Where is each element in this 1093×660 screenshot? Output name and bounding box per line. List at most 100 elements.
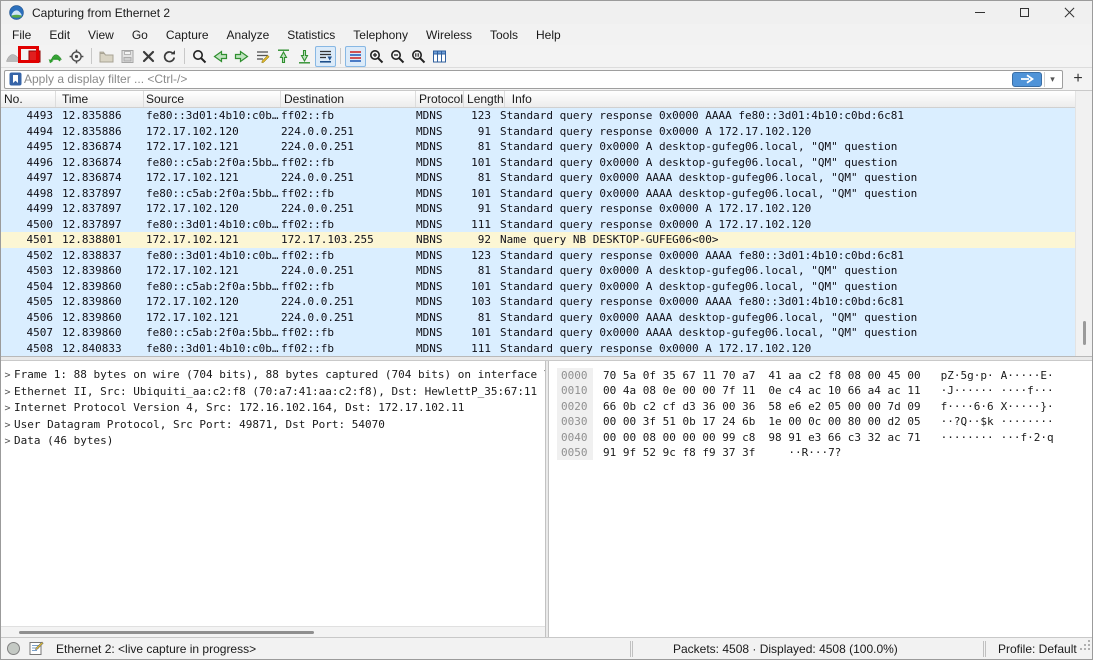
- menu-item[interactable]: Statistics: [278, 26, 344, 44]
- expander-chevron-icon[interactable]: >: [1, 367, 14, 384]
- resize-columns-button[interactable]: [429, 46, 450, 67]
- hex-row[interactable]: 003000 00 3f 51 0b 17 24 6b1e 00 0c 00 8…: [557, 414, 1092, 429]
- column-header-time[interactable]: Time: [56, 91, 144, 107]
- grip-dots-icon: [1078, 638, 1092, 652]
- filter-bookmark-button[interactable]: [7, 72, 24, 87]
- minimize-button[interactable]: [957, 1, 1002, 24]
- packet-row[interactable]: 4494 12.835886 172.17.102.120 224.0.0.25…: [1, 124, 1077, 140]
- next-packet-button[interactable]: [231, 46, 252, 67]
- column-header-info[interactable]: Info: [505, 91, 1092, 107]
- menu-item[interactable]: Telephony: [344, 26, 417, 44]
- hex-row[interactable]: 000070 5a 0f 35 67 11 70 a741 aa c2 f8 0…: [557, 368, 1092, 383]
- save-file-button[interactable]: [117, 46, 138, 67]
- expander-chevron-icon[interactable]: >: [1, 400, 14, 417]
- start-capture-button[interactable]: [3, 46, 24, 67]
- menu-item[interactable]: Edit: [40, 26, 79, 44]
- packet-row[interactable]: 4504 12.839860 fe80::c5ab:2f0a:5bb… ff02…: [1, 279, 1077, 295]
- packet-row[interactable]: 4506 12.839860 172.17.102.121 224.0.0.25…: [1, 310, 1077, 326]
- add-filter-button[interactable]: +: [1067, 70, 1089, 89]
- reload-file-button[interactable]: [159, 46, 180, 67]
- menu-item[interactable]: Capture: [157, 26, 218, 44]
- menu-item[interactable]: View: [79, 26, 123, 44]
- close-file-button[interactable]: [138, 46, 159, 67]
- zoom-out-icon: [389, 48, 406, 65]
- capture-options-button[interactable]: [66, 46, 87, 67]
- close-button[interactable]: [1047, 1, 1092, 24]
- hex-row[interactable]: 001000 4a 08 0e 00 00 7f 110e c4 ac 10 6…: [557, 383, 1092, 398]
- packet-row[interactable]: 4500 12.837897 fe80::3d01:4b10:c0b… ff02…: [1, 217, 1077, 233]
- packet-row[interactable]: 4503 12.839860 172.17.102.121 224.0.0.25…: [1, 263, 1077, 279]
- expander-chevron-icon[interactable]: >: [1, 384, 14, 401]
- menu-item[interactable]: Wireless: [417, 26, 481, 44]
- expert-info-dot-icon[interactable]: [7, 642, 20, 655]
- menu-item[interactable]: Analyze: [218, 26, 279, 44]
- restart-fin-icon: [47, 48, 64, 65]
- window-title: Capturing from Ethernet 2: [32, 6, 170, 20]
- scrollbar-thumb[interactable]: [19, 631, 314, 634]
- detail-tree-node[interactable]: > Ethernet II, Src: Ubiquiti_aa:c2:f8 (7…: [1, 384, 545, 401]
- packet-list-scrollbar[interactable]: [1075, 91, 1092, 356]
- detail-tree-node[interactable]: > Internet Protocol Version 4, Src: 172.…: [1, 400, 545, 417]
- hex-row[interactable]: 004000 00 08 00 00 00 99 c898 91 e3 66 c…: [557, 430, 1092, 445]
- arrow-up-icon: [275, 48, 292, 65]
- packet-row[interactable]: 4498 12.837897 fe80::c5ab:2f0a:5bb… ff02…: [1, 186, 1077, 202]
- packet-row[interactable]: 4507 12.839860 fe80::c5ab:2f0a:5bb… ff02…: [1, 325, 1077, 341]
- zoom-in-button[interactable]: [366, 46, 387, 67]
- apply-filter-button[interactable]: [1012, 72, 1042, 87]
- detail-tree-node[interactable]: > User Datagram Protocol, Src Port: 4987…: [1, 417, 545, 434]
- zoom-reset-button[interactable]: [408, 46, 429, 67]
- auto-scroll-icon: [317, 48, 334, 65]
- stop-capture-button[interactable]: [24, 46, 45, 67]
- column-header-source[interactable]: Source: [144, 91, 281, 107]
- packet-row[interactable]: 4502 12.838837 fe80::3d01:4b10:c0b… ff02…: [1, 248, 1077, 264]
- previous-packet-button[interactable]: [210, 46, 231, 67]
- details-horizontal-scrollbar[interactable]: [1, 626, 545, 637]
- menu-item[interactable]: Tools: [481, 26, 527, 44]
- colorize-toggle[interactable]: [345, 46, 366, 67]
- zoom-out-button[interactable]: [387, 46, 408, 67]
- column-header-protocol[interactable]: Protocol: [416, 91, 464, 107]
- menu-item[interactable]: Go: [123, 26, 157, 44]
- packet-row[interactable]: 4497 12.836874 172.17.102.121 224.0.0.25…: [1, 170, 1077, 186]
- restart-capture-button[interactable]: [45, 46, 66, 67]
- folder-icon: [98, 48, 115, 65]
- menu-item[interactable]: File: [3, 26, 40, 44]
- last-packet-button[interactable]: [294, 46, 315, 67]
- detail-tree-node[interactable]: > Frame 1: 88 bytes on wire (704 bits), …: [1, 367, 545, 384]
- detail-tree-node[interactable]: > Data (46 bytes): [1, 433, 545, 450]
- packet-row[interactable]: 4501 12.838801 172.17.102.121 172.17.103…: [1, 232, 1077, 248]
- column-header-length[interactable]: Length: [464, 91, 505, 107]
- save-icon: [119, 48, 136, 65]
- shark-fin-gray-icon: [5, 48, 22, 65]
- filter-dropdown-button[interactable]: ▾: [1044, 72, 1060, 87]
- packet-row[interactable]: 4499 12.837897 172.17.102.120 224.0.0.25…: [1, 201, 1077, 217]
- hex-row[interactable]: 005091 9f 52 9c f8 f9 37 3f··R···7?: [557, 445, 1092, 460]
- packet-row[interactable]: 4496 12.836874 fe80::c5ab:2f0a:5bb… ff02…: [1, 155, 1077, 171]
- find-packet-button[interactable]: [189, 46, 210, 67]
- go-to-packet-button[interactable]: [252, 46, 273, 67]
- capture-comment-icon[interactable]: [29, 641, 44, 656]
- resize-grip[interactable]: [1078, 638, 1092, 659]
- packet-row[interactable]: 4495 12.836874 172.17.102.121 224.0.0.25…: [1, 139, 1077, 155]
- open-file-button[interactable]: [96, 46, 117, 67]
- expander-chevron-icon[interactable]: >: [1, 417, 14, 434]
- packet-row[interactable]: 4508 12.840833 fe80::3d01:4b10:c0b… ff02…: [1, 341, 1077, 357]
- hex-row[interactable]: 002066 0b c2 cf d3 36 00 3658 e6 e2 05 0…: [557, 399, 1092, 414]
- first-packet-button[interactable]: [273, 46, 294, 67]
- stop-square-icon: [26, 48, 43, 65]
- expander-chevron-icon[interactable]: >: [1, 433, 14, 450]
- colorize-icon: [347, 48, 364, 65]
- scrollbar-thumb[interactable]: [1083, 321, 1086, 345]
- column-header-destination[interactable]: Destination: [281, 91, 416, 107]
- packet-row[interactable]: 4493 12.835886 fe80::3d01:4b10:c0b… ff02…: [1, 108, 1077, 124]
- menu-item[interactable]: Help: [527, 26, 570, 44]
- display-filter-input[interactable]: [24, 72, 1012, 87]
- auto-scroll-toggle[interactable]: [315, 46, 336, 67]
- packet-row[interactable]: 4505 12.839860 172.17.102.120 224.0.0.25…: [1, 294, 1077, 310]
- zoom-reset-icon: [410, 48, 427, 65]
- column-header-no[interactable]: No.: [1, 91, 56, 107]
- title-bar: Capturing from Ethernet 2: [1, 1, 1092, 24]
- hex-offset: 0040: [557, 430, 593, 445]
- maximize-button[interactable]: [1002, 1, 1047, 24]
- profile-selector[interactable]: Profile: Default: [986, 642, 1078, 656]
